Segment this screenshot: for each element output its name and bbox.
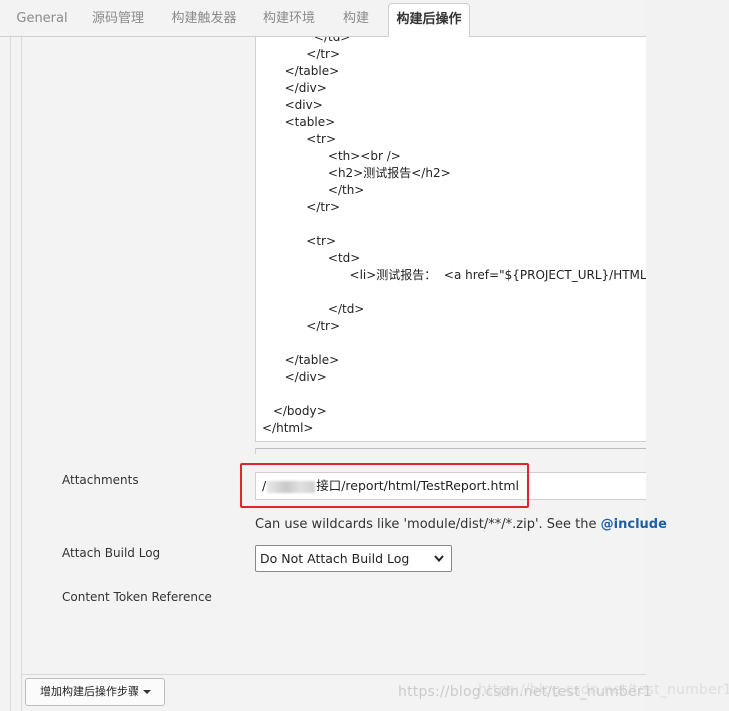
code-line: </tr> — [291, 200, 341, 214]
code-line: </tr> — [291, 47, 341, 61]
code-line: <td> — [305, 251, 361, 265]
code-line: <li>测试报告： <a href="${PROJECT_URL}/HTML_2… — [349, 268, 646, 282]
tab-source-control[interactable]: 源码管理 — [82, 0, 154, 37]
tab-post-build-actions[interactable]: 构建后操作 — [388, 3, 470, 38]
redacted-path-segment — [267, 480, 316, 493]
watermark-ghost-text: https://blog.csdn.net/test_number1 — [478, 682, 729, 698]
caret-down-icon — [143, 690, 151, 694]
add-post-build-step-label: 增加构建后操作步骤 — [40, 685, 139, 698]
attachments-input[interactable]: / 接口/report/html/TestReport.html — [255, 472, 646, 500]
attachments-hint: Can use wildcards like 'module/dist/**/*… — [255, 517, 667, 532]
tab-build-environment[interactable]: 构建环境 — [253, 0, 325, 37]
chevron-down-icon — [431, 546, 447, 571]
attachments-hint-text: Can use wildcards like 'module/dist/**/*… — [255, 517, 601, 532]
add-post-build-step-button[interactable]: 增加构建后操作步骤 — [25, 678, 165, 706]
section-gutter — [10, 37, 22, 711]
code-line: <th><br /> — [305, 149, 401, 163]
attachments-label: Attachments — [62, 473, 139, 487]
code-line: <tr> — [291, 132, 337, 146]
code-line: <table> — [277, 115, 336, 129]
code-line: </div> — [277, 370, 327, 384]
code-line: </td> — [291, 37, 351, 44]
code-line: </tr> — [291, 319, 341, 333]
content-token-reference-label: Content Token Reference — [62, 590, 212, 604]
code-line: <h2>测试报告</h2> — [305, 166, 451, 180]
code-line: </th> — [305, 183, 365, 197]
tab-general[interactable]: General — [10, 0, 74, 37]
code-line: <tr> — [291, 234, 337, 248]
attachments-value-suffix: 接口/report/html/TestReport.html — [316, 478, 520, 493]
tab-build-triggers[interactable]: 构建触发器 — [162, 0, 246, 37]
code-line: </html> — [262, 421, 314, 435]
include-docs-link[interactable]: @include — [601, 517, 667, 532]
code-line: </body> — [269, 404, 327, 418]
textarea-resize-edge — [255, 448, 646, 454]
code-line: <div> — [277, 98, 323, 112]
attach-build-log-label: Attach Build Log — [62, 546, 161, 560]
code-line: </table> — [277, 353, 340, 367]
outer-background — [646, 0, 729, 711]
default-content-textarea[interactable]: </td> </tr> </table> </div> <div> <table… — [255, 37, 646, 442]
code-line: </table> — [277, 64, 340, 78]
code-line: </div> — [277, 81, 327, 95]
attach-build-log-select[interactable]: Do Not Attach Build Log — [255, 545, 452, 572]
tab-build[interactable]: 构建 — [331, 0, 381, 37]
code-line: </td> — [305, 302, 365, 316]
attach-build-log-selected: Do Not Attach Build Log — [260, 551, 410, 566]
tab-bar: General 源码管理 构建触发器 构建环境 构建 构建后操作 — [0, 0, 646, 38]
attachments-value-prefix: / — [262, 478, 267, 493]
